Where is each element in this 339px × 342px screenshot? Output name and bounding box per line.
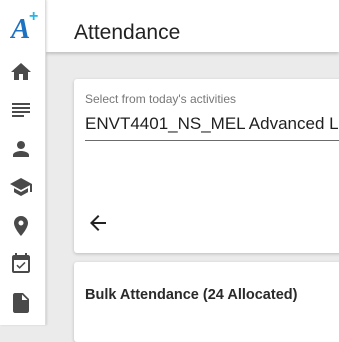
bulk-attendance-title: Bulk Attendance (24 Allocated) bbox=[85, 287, 298, 303]
app-logo-icon[interactable]: A + bbox=[9, 8, 42, 45]
sidebar: A + bbox=[0, 0, 46, 325]
bulk-attendance-card: Bulk Attendance (24 Allocated) bbox=[74, 262, 339, 342]
page-title: Attendance bbox=[74, 21, 181, 44]
person-icon[interactable] bbox=[9, 137, 33, 161]
location-pin-icon[interactable] bbox=[9, 214, 33, 238]
activity-select[interactable]: ENVT4401_NS_MEL Advanced L bbox=[85, 114, 339, 141]
header-bar: Attendance bbox=[46, 0, 339, 52]
activity-select-label: Select from today's activities bbox=[85, 92, 237, 106]
document-icon[interactable] bbox=[9, 291, 33, 315]
activity-card: Select from today's activities ENVT4401_… bbox=[74, 79, 339, 253]
arrow-back-icon[interactable] bbox=[86, 211, 110, 235]
calendar-check-icon[interactable] bbox=[9, 252, 33, 276]
home-icon[interactable] bbox=[9, 60, 33, 84]
svg-text:+: + bbox=[29, 8, 38, 25]
list-icon[interactable] bbox=[9, 98, 33, 122]
svg-text:A: A bbox=[10, 13, 30, 40]
graduation-cap-icon[interactable] bbox=[9, 175, 33, 199]
